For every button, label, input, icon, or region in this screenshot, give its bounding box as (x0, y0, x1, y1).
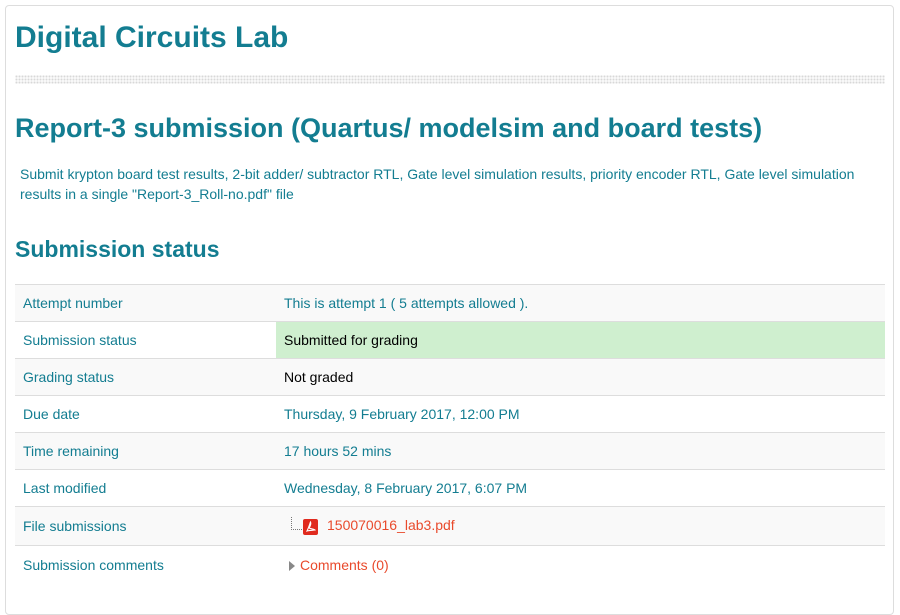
caret-right-icon[interactable] (289, 561, 295, 572)
grading-status-value: Not graded (276, 358, 885, 396)
submission-status-value: Submitted for grading (276, 321, 885, 359)
row-label: Last modified (15, 469, 276, 507)
pdf-icon[interactable] (303, 518, 318, 535)
row-label: Time remaining (15, 432, 276, 470)
table-row-due-date: Due date Thursday, 9 February 2017, 12:0… (15, 395, 885, 433)
row-label: Grading status (15, 358, 276, 396)
submission-comments-cell: Comments (0) (276, 545, 885, 584)
table-row-last-modified: Last modified Wednesday, 8 February 2017… (15, 469, 885, 507)
file-submissions-cell: 150070016_lab3.pdf (276, 506, 885, 546)
row-label: Submission comments (15, 545, 276, 584)
row-label: Attempt number (15, 284, 276, 322)
last-modified-value: Wednesday, 8 February 2017, 6:07 PM (276, 469, 885, 507)
row-label: Due date (15, 395, 276, 433)
assignment-intro: Submit krypton board test results, 2-bit… (20, 166, 855, 202)
table-row-attempt-number: Attempt number This is attempt 1 ( 5 att… (15, 284, 885, 322)
table-row-submission-status: Submission status Submitted for grading (15, 321, 885, 359)
tree-connector (291, 517, 302, 531)
row-label: File submissions (15, 506, 276, 546)
submission-status-table: Attempt number This is attempt 1 ( 5 att… (15, 284, 885, 584)
table-row-file-submissions: File submissions 150070016_lab3.pdf (15, 506, 885, 546)
table-row-submission-comments: Submission comments Comments (0) (15, 545, 885, 584)
table-row-grading-status: Grading status Not graded (15, 358, 885, 396)
header-divider (15, 75, 885, 84)
file-link-pdf[interactable]: 150070016_lab3.pdf (327, 517, 455, 533)
table-row-time-remaining: Time remaining 17 hours 52 mins (15, 432, 885, 470)
course-title[interactable]: Digital Circuits Lab (15, 20, 288, 56)
time-remaining-value: 17 hours 52 mins (276, 432, 885, 470)
due-date-value: Thursday, 9 February 2017, 12:00 PM (276, 395, 885, 433)
attempt-number-value: This is attempt 1 ( 5 attempts allowed )… (276, 284, 885, 322)
assignment-title: Report-3 submission (Quartus/ modelsim a… (15, 113, 763, 143)
comments-link[interactable]: Comments (0) (300, 557, 389, 573)
submission-status-heading: Submission status (15, 236, 220, 262)
row-label: Submission status (15, 321, 276, 359)
